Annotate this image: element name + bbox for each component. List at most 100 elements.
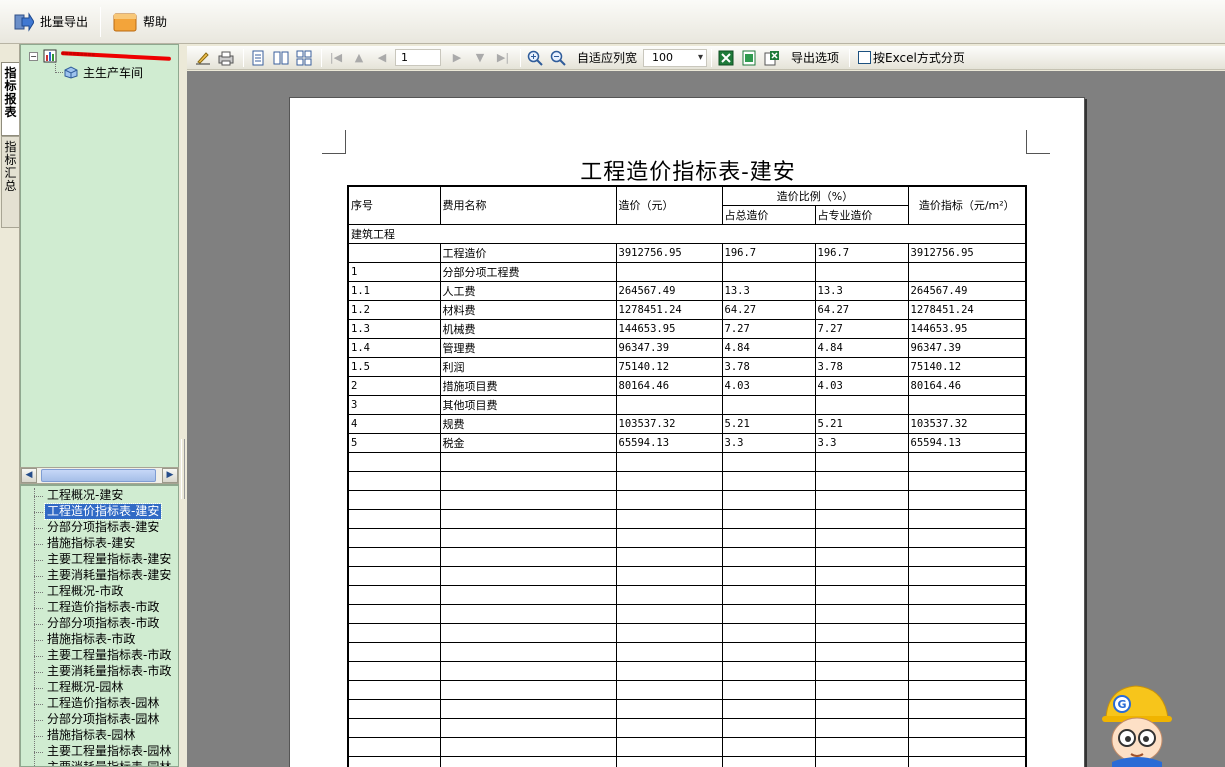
table-cell — [721, 451, 816, 472]
two-page-button[interactable] — [271, 48, 291, 68]
collapse-toggle-icon[interactable]: − — [29, 51, 38, 61]
single-page-button[interactable] — [248, 48, 268, 68]
report-list-item[interactable]: 分部分项指标表-建安 — [45, 520, 161, 535]
report-list-item[interactable]: 工程概况-园林 — [45, 680, 125, 695]
table-cell: 7.27 — [721, 318, 816, 339]
report-list-item[interactable]: 主要消耗量指标表-市政 — [45, 664, 173, 679]
prev-page-button[interactable]: ◀ — [372, 48, 392, 68]
table-cell — [347, 736, 441, 757]
help-button[interactable]: 帮助 — [105, 5, 175, 39]
table-cell — [347, 489, 441, 510]
table-cell — [615, 755, 723, 767]
table-cell: 3912756.95 — [615, 242, 723, 263]
tree-child-node[interactable]: 主生产车间 — [63, 64, 143, 80]
table-cell — [721, 394, 816, 415]
report-list-item[interactable]: 工程造价指标表-建安 — [43, 503, 163, 520]
next-section-button[interactable]: ▼ — [470, 48, 490, 68]
preview-canvas[interactable]: 工程造价指标表-建安 序号 费用名称 造价（元） 造价比例（%） 造价指标（元/… — [187, 71, 1225, 767]
export-sheet-button[interactable] — [739, 48, 759, 68]
table-cell — [439, 679, 617, 700]
workshop-cube-icon — [64, 66, 78, 79]
up-arrow-icon: ▲ — [354, 51, 364, 64]
table-row: 1.2 材料费 1278451.24 64.27 64.27 1278451.24 — [347, 299, 1027, 320]
table-cell — [721, 565, 816, 586]
last-page-button[interactable]: ▶| — [493, 48, 513, 68]
scroll-right-icon[interactable]: ▶ — [162, 468, 178, 483]
table-cell: 1 — [347, 261, 441, 282]
fit-width-button[interactable]: 自适应列宽 — [577, 49, 637, 66]
report-list-item[interactable]: 工程概况-市政 — [45, 584, 125, 599]
table-cell — [814, 470, 909, 491]
tree-horizontal-scrollbar[interactable]: ◀ ▶ — [20, 467, 179, 484]
zoom-out-button[interactable] — [548, 48, 568, 68]
report-list-item[interactable]: 主要工程量指标表-建安 — [45, 552, 173, 567]
print-button[interactable] — [216, 48, 236, 68]
report-list-item[interactable]: 工程概况-建安 — [45, 488, 125, 503]
report-list-item[interactable]: 措施指标表-市政 — [45, 632, 137, 647]
prev-section-button[interactable]: ▲ — [349, 48, 369, 68]
multi-page-button[interactable] — [294, 48, 314, 68]
side-tab-strip: 指标报表 指标汇总 — [0, 44, 20, 767]
table-cell: 3.78 — [721, 356, 816, 377]
report-list-item[interactable]: 措施指标表-建安 — [45, 536, 137, 551]
report-list-item[interactable]: 主要消耗量指标表-建安 — [45, 568, 173, 583]
table-cell — [907, 736, 1027, 757]
table-cell — [439, 736, 617, 757]
export-options-button[interactable]: 导出选项 — [791, 49, 839, 66]
report-list-item[interactable]: 主要工程量指标表-园林 — [45, 744, 173, 759]
table-cell: 80164.46 — [907, 375, 1027, 396]
splitter-grip[interactable] — [181, 439, 185, 499]
table-cell: 64.27 — [721, 299, 816, 320]
tab-index-summary[interactable]: 指标汇总 — [1, 136, 19, 228]
tab-index-report[interactable]: 指标报表 — [1, 62, 19, 136]
scroll-thumb[interactable] — [41, 469, 156, 482]
report-list-item[interactable]: 分部分项指标表-市政 — [45, 616, 161, 631]
export-excel-button[interactable] — [716, 48, 736, 68]
table-cell: 4.03 — [814, 375, 909, 396]
edit-design-button[interactable] — [193, 48, 213, 68]
table-cell: 4.84 — [814, 337, 909, 358]
table-cell: 3.3 — [721, 432, 816, 453]
table-cell — [439, 717, 617, 738]
report-list-item[interactable]: 主要工程量指标表-市政 — [45, 648, 173, 663]
next-page-button[interactable]: ▶ — [447, 48, 467, 68]
empty-table-row — [347, 698, 1027, 719]
table-cell — [814, 261, 909, 282]
page-number-input[interactable]: 1 — [395, 49, 441, 66]
table-cell: 3 — [347, 394, 441, 415]
checkbox-box[interactable] — [858, 51, 872, 64]
tree-line — [34, 656, 43, 657]
table-cell — [814, 679, 909, 700]
tree-root-node[interactable]: − ■■■■■■■■■ — [29, 48, 172, 64]
table-cell — [439, 660, 617, 681]
scroll-left-icon[interactable]: ◀ — [21, 468, 37, 483]
assistant-mascot-icon[interactable]: G — [1096, 682, 1176, 767]
table-cell: 1.5 — [347, 356, 441, 377]
table-cell — [347, 451, 441, 472]
report-list-item[interactable]: 工程造价指标表-市政 — [45, 600, 161, 615]
report-list-item[interactable]: 工程造价指标表-园林 — [45, 696, 161, 711]
header-ratio: 造价比例（%） — [721, 185, 909, 206]
report-list-item[interactable]: 分部分项指标表-园林 — [45, 712, 161, 727]
excel-pagination-checkbox[interactable]: 按Excel方式分页 — [858, 49, 965, 66]
zoom-in-button[interactable] — [525, 48, 545, 68]
table-cell: 分部分项工程费 — [439, 261, 617, 282]
first-page-button[interactable]: |◀ — [326, 48, 346, 68]
report-list-item[interactable]: 措施指标表-园林 — [45, 728, 137, 743]
batch-export-button[interactable]: 批量导出 — [6, 5, 96, 39]
header-name: 费用名称 — [439, 185, 617, 225]
section-row: 建筑工程 — [347, 223, 1027, 244]
table-cell — [907, 394, 1027, 415]
panel-splitter[interactable] — [179, 44, 187, 767]
table-cell — [347, 603, 441, 624]
empty-table-row — [347, 489, 1027, 510]
report-list-item[interactable]: 主要消耗量指标表-园林 — [45, 760, 173, 766]
main-toolbar: 批量导出 帮助 — [0, 0, 1225, 44]
zoom-select[interactable]: 100 — [643, 48, 708, 67]
export-multi-button[interactable] — [762, 48, 782, 68]
table-cell — [907, 546, 1027, 567]
crop-mark — [1026, 130, 1050, 154]
table-cell: 103537.32 — [615, 413, 723, 434]
mascot-badge: G — [1117, 698, 1126, 711]
tree-line — [34, 624, 43, 625]
